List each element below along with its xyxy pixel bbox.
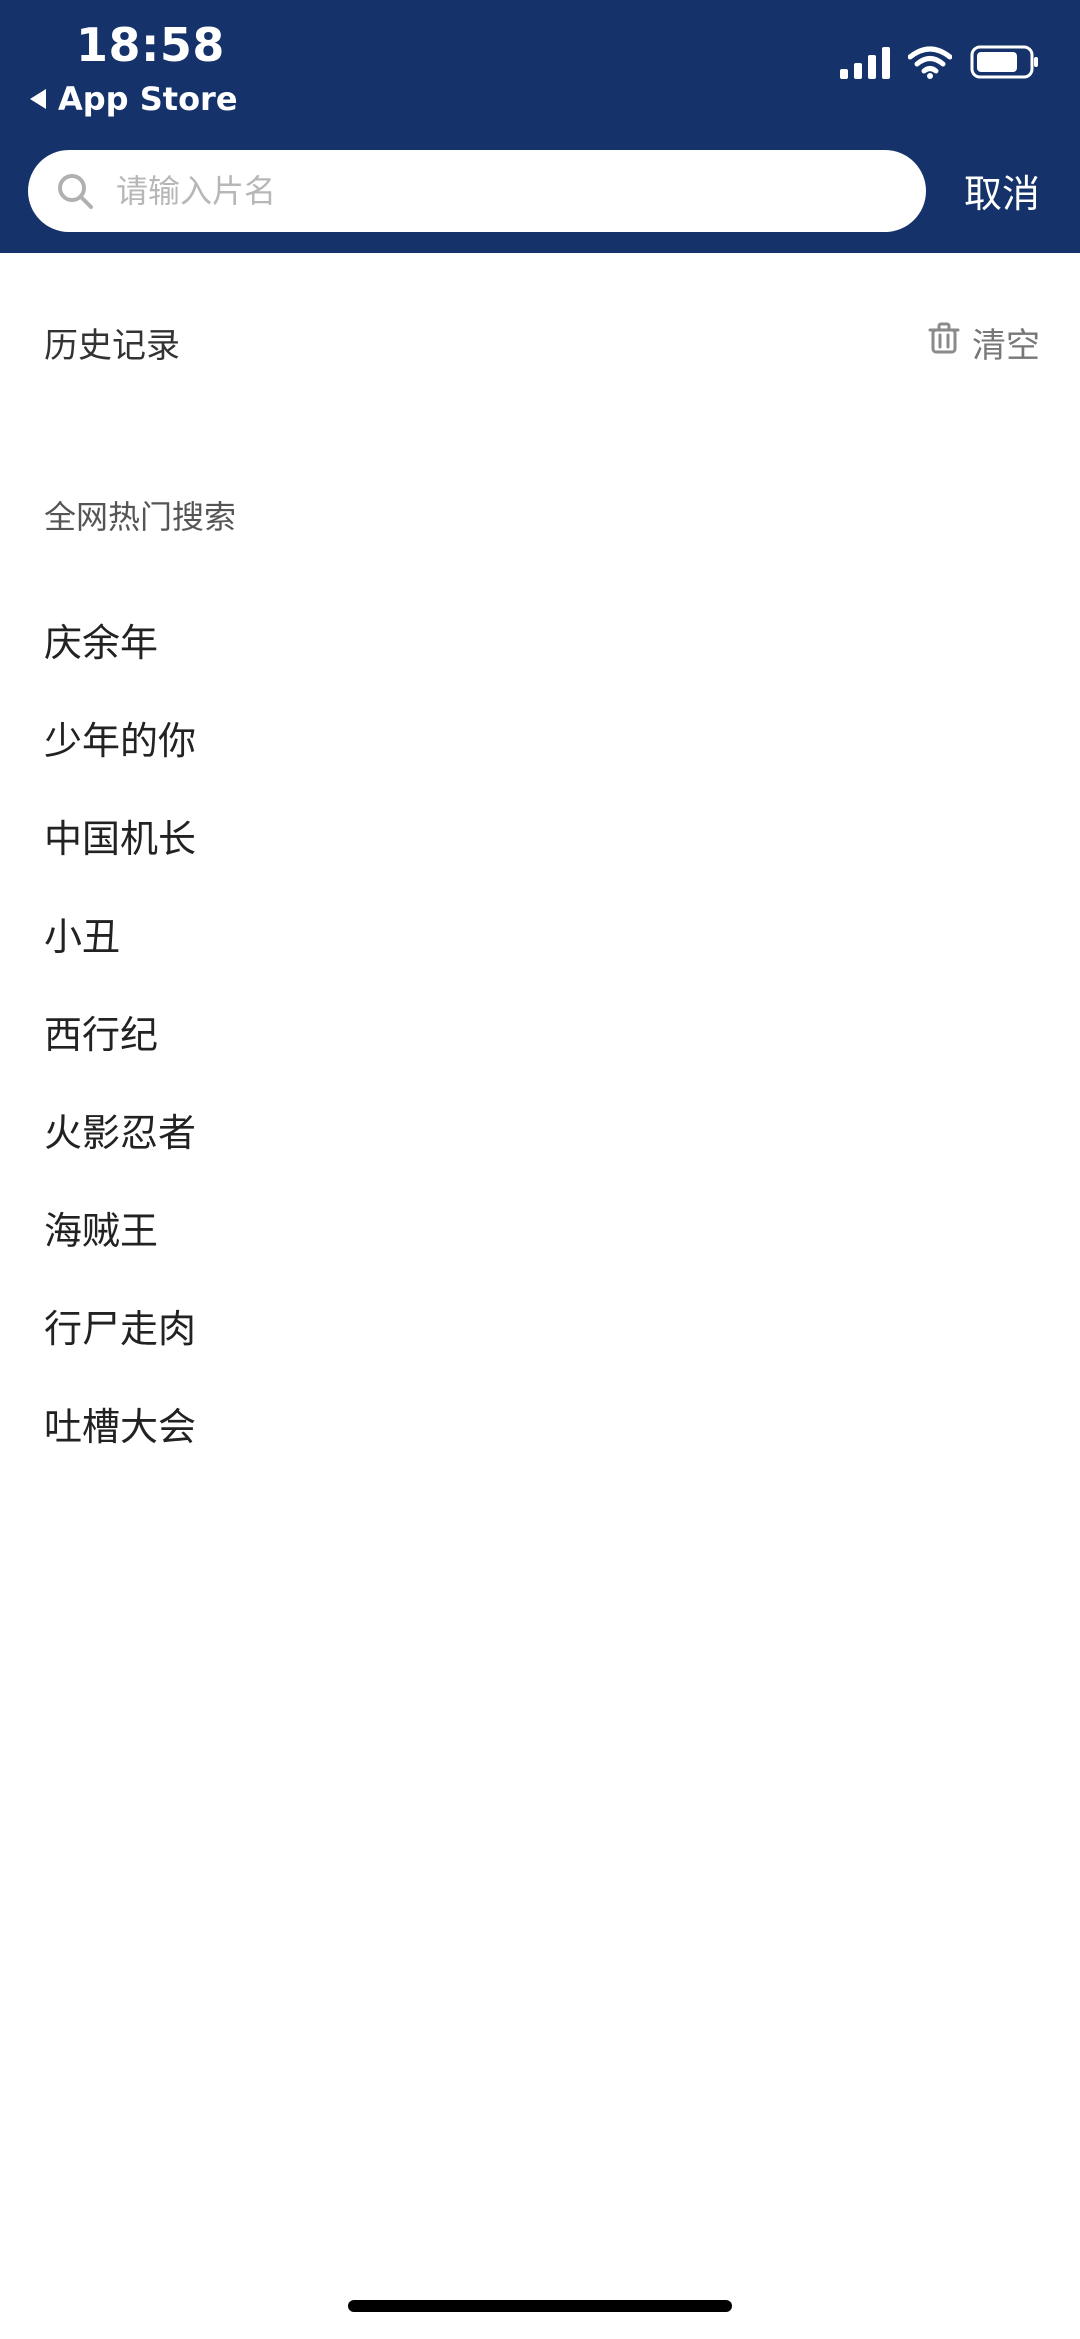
back-app-label: App Store bbox=[58, 80, 238, 118]
back-triangle-icon bbox=[30, 89, 46, 109]
hot-search-item[interactable]: 海贼王 bbox=[44, 1178, 196, 1276]
battery-icon bbox=[970, 45, 1040, 79]
history-title: 历史记录 bbox=[44, 326, 180, 366]
top-header: 18:58 App Store 请输入片名 取消 bbox=[0, 0, 1080, 253]
hot-search-item[interactable]: 小丑 bbox=[44, 884, 196, 982]
search-bar[interactable] bbox=[28, 150, 926, 232]
history-header: 历史记录 清空 bbox=[44, 318, 1040, 367]
hot-search-list: 庆余年 少年的你 中国机长 小丑 西行纪 火影忍者 海贼王 行尸走肉 吐槽大会 bbox=[44, 590, 196, 1472]
cancel-button[interactable]: 取消 bbox=[964, 163, 1040, 218]
search-input[interactable] bbox=[114, 171, 878, 211]
hot-search-item[interactable]: 火影忍者 bbox=[44, 1080, 196, 1178]
hot-search-title: 全网热门搜索 bbox=[44, 498, 237, 536]
hot-search-item[interactable]: 庆余年 bbox=[44, 590, 196, 688]
home-indicator[interactable] bbox=[348, 2300, 732, 2312]
hot-search-item[interactable]: 西行纪 bbox=[44, 982, 196, 1080]
hot-search-item[interactable]: 吐槽大会 bbox=[44, 1374, 196, 1472]
back-to-app-store[interactable]: App Store bbox=[30, 80, 238, 118]
hot-search-item[interactable]: 行尸走肉 bbox=[44, 1276, 196, 1374]
wifi-icon bbox=[908, 45, 952, 79]
status-time: 18:58 bbox=[76, 18, 225, 72]
clear-label: 清空 bbox=[972, 326, 1040, 366]
trash-icon bbox=[926, 320, 962, 365]
hot-search-item[interactable]: 少年的你 bbox=[44, 688, 196, 786]
search-icon bbox=[56, 172, 94, 210]
hot-search-item[interactable]: 中国机长 bbox=[44, 786, 196, 884]
status-icons bbox=[840, 45, 1040, 79]
signal-icon bbox=[840, 45, 890, 79]
clear-history-button[interactable]: 清空 bbox=[926, 318, 1040, 367]
